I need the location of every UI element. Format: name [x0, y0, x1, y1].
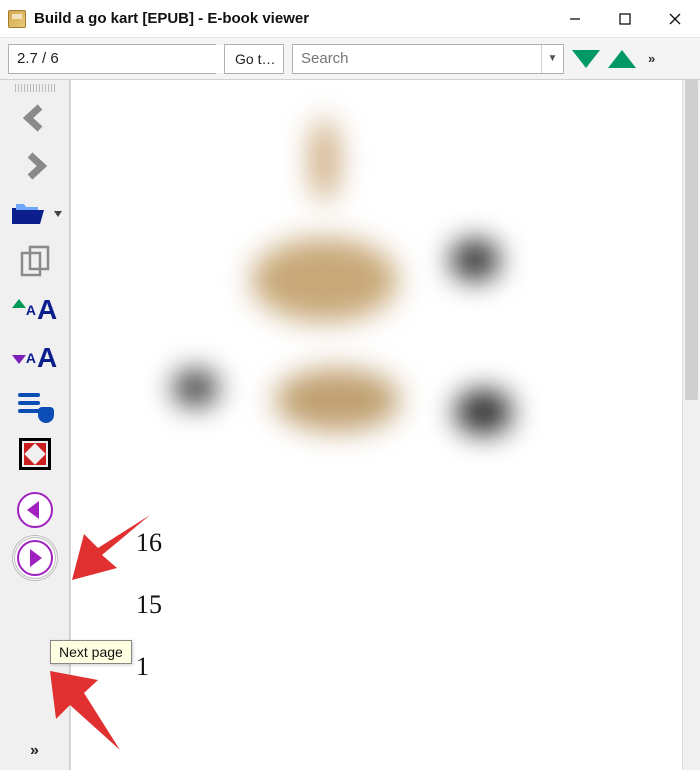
- maximize-button[interactable]: [600, 0, 650, 38]
- page-content-number: 1: [136, 652, 149, 682]
- goto-button[interactable]: Go t…: [224, 44, 284, 74]
- previous-page-button[interactable]: [11, 488, 59, 532]
- increase-font-button[interactable]: AA: [11, 288, 59, 332]
- page-content-number: 16: [136, 528, 162, 558]
- previous-page-icon: [17, 492, 53, 528]
- tooltip: Next page: [50, 640, 132, 664]
- toc-button[interactable]: [11, 384, 59, 428]
- minimize-button[interactable]: [550, 0, 600, 38]
- decrease-font-button[interactable]: AA: [11, 336, 59, 380]
- vertical-scrollbar[interactable]: [682, 80, 700, 770]
- content-viewport[interactable]: 16 15 1: [70, 80, 700, 770]
- forward-button[interactable]: [11, 144, 59, 188]
- page-content-number: 15: [136, 590, 162, 620]
- search-box[interactable]: ▼: [292, 44, 564, 74]
- app-icon: [8, 10, 26, 28]
- search-input[interactable]: [293, 45, 541, 73]
- ebook-image: [131, 100, 561, 500]
- toolbar: ▲ ▼ Go t… ▼ »: [0, 38, 700, 80]
- window-title: Build a go kart [EPUB] - E-book viewer: [34, 10, 550, 27]
- search-dropdown-icon[interactable]: ▼: [541, 45, 563, 73]
- sidebar-overflow-icon[interactable]: »: [30, 742, 39, 760]
- scrollbar-thumb[interactable]: [685, 80, 698, 400]
- close-button[interactable]: [650, 0, 700, 38]
- main-area: AA AA » 16 15 1: [0, 80, 700, 770]
- sidebar-grip[interactable]: [15, 84, 55, 92]
- title-bar: Build a go kart [EPUB] - E-book viewer: [0, 0, 700, 38]
- toolbar-overflow-icon[interactable]: »: [644, 51, 660, 66]
- next-page-icon: [17, 540, 53, 576]
- sidebar: AA AA »: [0, 80, 70, 770]
- toc-icon: [18, 391, 52, 421]
- scroll-up-icon[interactable]: [608, 50, 636, 68]
- copy-button[interactable]: [11, 240, 59, 284]
- next-page-button[interactable]: [11, 536, 59, 580]
- chevron-down-icon[interactable]: [54, 211, 62, 217]
- page-position-input[interactable]: [9, 45, 224, 73]
- scroll-down-icon[interactable]: [572, 50, 600, 68]
- back-button[interactable]: [11, 96, 59, 140]
- open-ebook-button[interactable]: [4, 192, 66, 236]
- fullscreen-button[interactable]: [11, 432, 59, 476]
- fullscreen-icon: [19, 438, 51, 470]
- page-position-spinbox[interactable]: ▲ ▼: [8, 44, 216, 74]
